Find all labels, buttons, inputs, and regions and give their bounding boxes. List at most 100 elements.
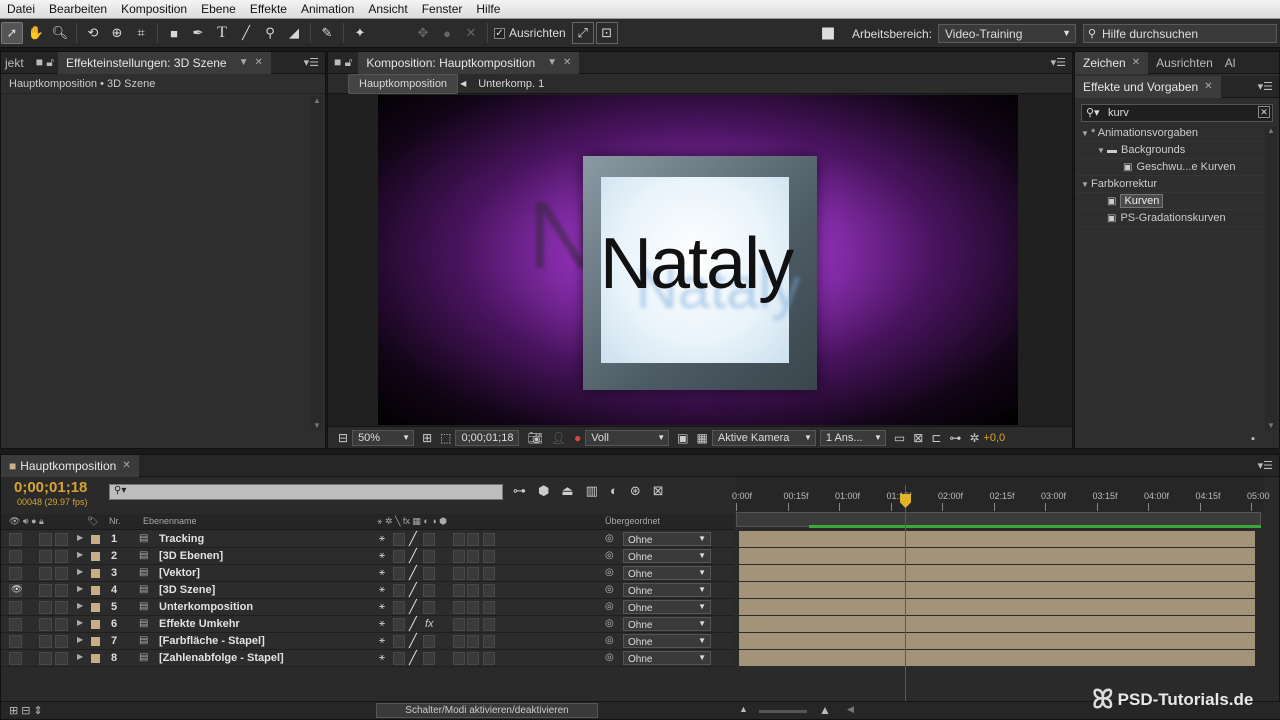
- presets-search-input[interactable]: ⚲▾ kurv ✕: [1081, 104, 1273, 122]
- always-preview-icon[interactable]: ⊟: [338, 431, 348, 445]
- menu-item-0[interactable]: Datei: [0, 2, 42, 16]
- toggle-switches-modes-button[interactable]: Schalter/Modi aktivieren/deaktivieren: [376, 703, 598, 718]
- fx-switch[interactable]: [423, 601, 435, 614]
- workspace-select[interactable]: Video-Training ▼: [938, 24, 1076, 43]
- fx-switch[interactable]: [423, 567, 435, 580]
- pickwhip-icon[interactable]: ◎: [605, 550, 614, 561]
- shy-switch-icon[interactable]: ⚹: [379, 584, 385, 595]
- quality-switch-icon[interactable]: ╱: [409, 650, 417, 666]
- layer-row[interactable]: 👁︎ ▶ 4 ▤ [3D Szene] ⚹ ╱ ◎ Ohne ▼: [1, 582, 734, 599]
- lock-toggle[interactable]: [55, 635, 68, 648]
- panel-menu-icon[interactable]: ▾☰: [1258, 459, 1273, 472]
- lock-toggle[interactable]: [55, 652, 68, 665]
- shy-switch-icon[interactable]: ⚹: [379, 635, 385, 646]
- new-preset-icon[interactable]: ▪: [1251, 433, 1255, 445]
- lock-toggle[interactable]: [55, 567, 68, 580]
- dropdown-icon[interactable]: ▼: [547, 57, 557, 68]
- tree-item[interactable]: ▣ Geschwu...e Kurven: [1075, 159, 1267, 176]
- roto-brush-tool-icon[interactable]: ✎: [316, 22, 338, 44]
- close-icon[interactable]: ✕: [1204, 81, 1212, 92]
- 3d-layer-switch[interactable]: [483, 550, 495, 563]
- tree-item[interactable]: ▣ PS-Gradationskurven: [1075, 210, 1267, 227]
- scroll-left-icon[interactable]: ◀: [847, 704, 854, 715]
- layer-name[interactable]: [3D Szene]: [159, 584, 215, 596]
- clear-search-icon[interactable]: ✕: [1258, 106, 1270, 118]
- camera-select[interactable]: Aktive Kamera ▼: [711, 429, 816, 446]
- snap-edges-icon[interactable]: ⤢: [571, 22, 594, 44]
- crumb-sub-comp[interactable]: Unterkomp. 1: [468, 75, 554, 93]
- zoom-select[interactable]: 50% ▼: [352, 429, 415, 446]
- quality-switch-icon[interactable]: ╱: [409, 616, 417, 632]
- solo-toggle[interactable]: [39, 635, 52, 648]
- world-axis-icon[interactable]: ●: [436, 22, 458, 44]
- parent-select[interactable]: Ohne ▼: [623, 617, 711, 631]
- pen-tool-icon[interactable]: ✒: [187, 22, 209, 44]
- visibility-toggle[interactable]: [9, 533, 22, 546]
- draft-3d-icon[interactable]: ⬢: [538, 483, 549, 499]
- menu-item-3[interactable]: Ebene: [194, 2, 243, 16]
- layer-name[interactable]: [Vektor]: [159, 567, 200, 579]
- parent-select[interactable]: Ohne ▼: [623, 532, 711, 546]
- hand-tool-icon[interactable]: ✋: [25, 22, 47, 44]
- column-layer-name[interactable]: Ebenenname: [143, 516, 197, 526]
- layer-duration-bar[interactable]: [739, 548, 1255, 565]
- rotate-tool-icon[interactable]: ⟲: [82, 22, 104, 44]
- layer-row[interactable]: ▶ 6 ▤ Effekte Umkehr ⚹ ╱ fx ◎ Ohne ▼: [1, 616, 734, 633]
- shy-switch-icon[interactable]: ⚹: [379, 567, 385, 578]
- motion-blur-switch[interactable]: [467, 584, 479, 597]
- solo-toggle[interactable]: [39, 652, 52, 665]
- disclosure-triangle-icon[interactable]: ▼: [1081, 129, 1091, 138]
- label-color[interactable]: [91, 569, 100, 578]
- fx-switch[interactable]: [423, 584, 435, 597]
- collapse-switch[interactable]: [393, 635, 405, 648]
- reset-exposure-icon[interactable]: ✲: [969, 431, 979, 445]
- expand-triangle-icon[interactable]: ▶: [77, 652, 83, 661]
- motion-blur-switch[interactable]: [467, 635, 479, 648]
- menu-item-6[interactable]: Ansicht: [361, 2, 414, 16]
- toggle-pixel-aspect-icon[interactable]: ▭: [894, 431, 905, 445]
- color-channels-icon[interactable]: ●: [574, 431, 581, 445]
- flowchart-icon[interactable]: ⊶: [949, 431, 961, 445]
- disclosure-triangle-icon[interactable]: ▼: [1081, 180, 1091, 189]
- tree-item[interactable]: ▼ * Animationsvorgaben: [1075, 125, 1267, 142]
- layer-name[interactable]: Effekte Umkehr: [159, 618, 240, 630]
- scroll-up-icon[interactable]: ▲: [311, 96, 323, 105]
- panel-menu-icon[interactable]: ▾☰: [1051, 56, 1066, 69]
- dropdown-icon[interactable]: ▼: [239, 57, 249, 68]
- motion-blur-switch[interactable]: [467, 550, 479, 563]
- label-color[interactable]: [91, 586, 100, 595]
- menu-item-7[interactable]: Fenster: [415, 2, 470, 16]
- tree-item[interactable]: ▣ Kurven: [1075, 193, 1267, 210]
- label-color[interactable]: [91, 552, 100, 561]
- text-tool-icon[interactable]: T: [211, 22, 233, 44]
- show-snapshot-icon[interactable]: 👤︎: [551, 431, 566, 445]
- visibility-toggle[interactable]: [9, 652, 22, 665]
- solo-toggle[interactable]: [39, 601, 52, 614]
- tree-item[interactable]: ▼ ▬ Backgrounds: [1075, 142, 1267, 159]
- pickwhip-icon[interactable]: ◎: [605, 652, 614, 663]
- lock-icon[interactable]: ■ 🔓︎: [32, 52, 58, 74]
- shy-switch-icon[interactable]: ⚹: [379, 533, 385, 544]
- fast-preview-icon[interactable]: ▣: [677, 431, 688, 445]
- disclosure-triangle-icon[interactable]: ▼: [1097, 146, 1107, 155]
- expand-triangle-icon[interactable]: ▶: [77, 618, 83, 627]
- expand-triangle-icon[interactable]: ▶: [77, 533, 83, 542]
- snap-checkbox[interactable]: ✓ Ausrichten: [494, 26, 566, 40]
- close-icon[interactable]: ✕: [563, 57, 571, 68]
- brush-tool-icon[interactable]: ╱: [235, 22, 257, 44]
- fast-preview-2-icon[interactable]: ⊠: [913, 431, 923, 445]
- close-icon[interactable]: ✕: [1132, 57, 1140, 68]
- layer-row[interactable]: ▶ 8 ▤ [Zahlenabfolge - Stapel] ⚹ ╱ ◎ Ohne ▼: [1, 650, 734, 667]
- tab-overflow[interactable]: Al: [1221, 52, 1240, 74]
- 3d-layer-switch[interactable]: [483, 601, 495, 614]
- 3d-layer-switch[interactable]: [483, 533, 495, 546]
- selection-tool-icon[interactable]: ➚: [1, 22, 23, 44]
- frame-blending-icon[interactable]: ▥: [586, 483, 598, 499]
- shy-switch-icon[interactable]: ⚹: [379, 652, 385, 663]
- frame-blend-switch[interactable]: [453, 635, 465, 648]
- tab-timeline[interactable]: ■ Hauptkomposition ✕: [1, 454, 139, 477]
- pickwhip-icon[interactable]: ◎: [605, 584, 614, 595]
- lock-toggle[interactable]: [55, 618, 68, 631]
- 3d-layer-switch[interactable]: [483, 652, 495, 665]
- help-search-input[interactable]: ⚲ Hilfe durchsuchen: [1083, 24, 1277, 43]
